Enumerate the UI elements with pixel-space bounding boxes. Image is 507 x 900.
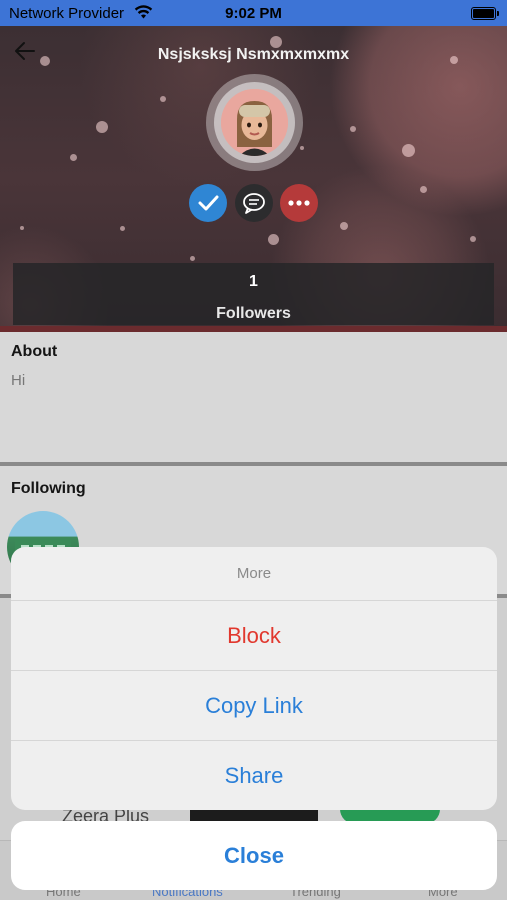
following-title: Following <box>11 480 86 497</box>
share-button[interactable]: Share <box>11 741 497 810</box>
close-button[interactable]: Close <box>11 821 497 890</box>
battery-icon <box>471 7 499 20</box>
clock: 9:02 PM <box>225 5 282 22</box>
avatar[interactable] <box>206 74 303 171</box>
verified-button[interactable] <box>189 184 227 222</box>
profile-name: Nsjsksksj Nsmxmxmxmx <box>157 46 350 63</box>
more-options-button[interactable] <box>280 184 318 222</box>
copy-link-button[interactable]: Copy Link <box>11 671 497 741</box>
chat-bubble-icon <box>243 193 265 214</box>
followers-label: Followers <box>216 305 291 322</box>
message-button[interactable] <box>235 184 273 222</box>
followers-stat[interactable]: 1 Followers <box>13 263 494 325</box>
followers-count: 1 <box>249 273 258 290</box>
about-title: About <box>11 343 58 360</box>
profile-header: Nsjsksksj Nsmxmxmxmx 1 Followers <box>0 26 507 332</box>
status-bar: Network Provider 9:02 PM <box>0 0 507 26</box>
block-button[interactable]: Block <box>11 601 497 671</box>
action-sheet: More Block Copy Link Share <box>11 547 497 810</box>
ellipsis-icon <box>288 200 310 206</box>
action-sheet-title: More <box>11 547 497 601</box>
check-icon <box>198 195 219 211</box>
about-text: Hi <box>11 372 26 389</box>
about-section: About Hi <box>0 332 507 462</box>
memoji-avatar-icon <box>221 89 288 156</box>
